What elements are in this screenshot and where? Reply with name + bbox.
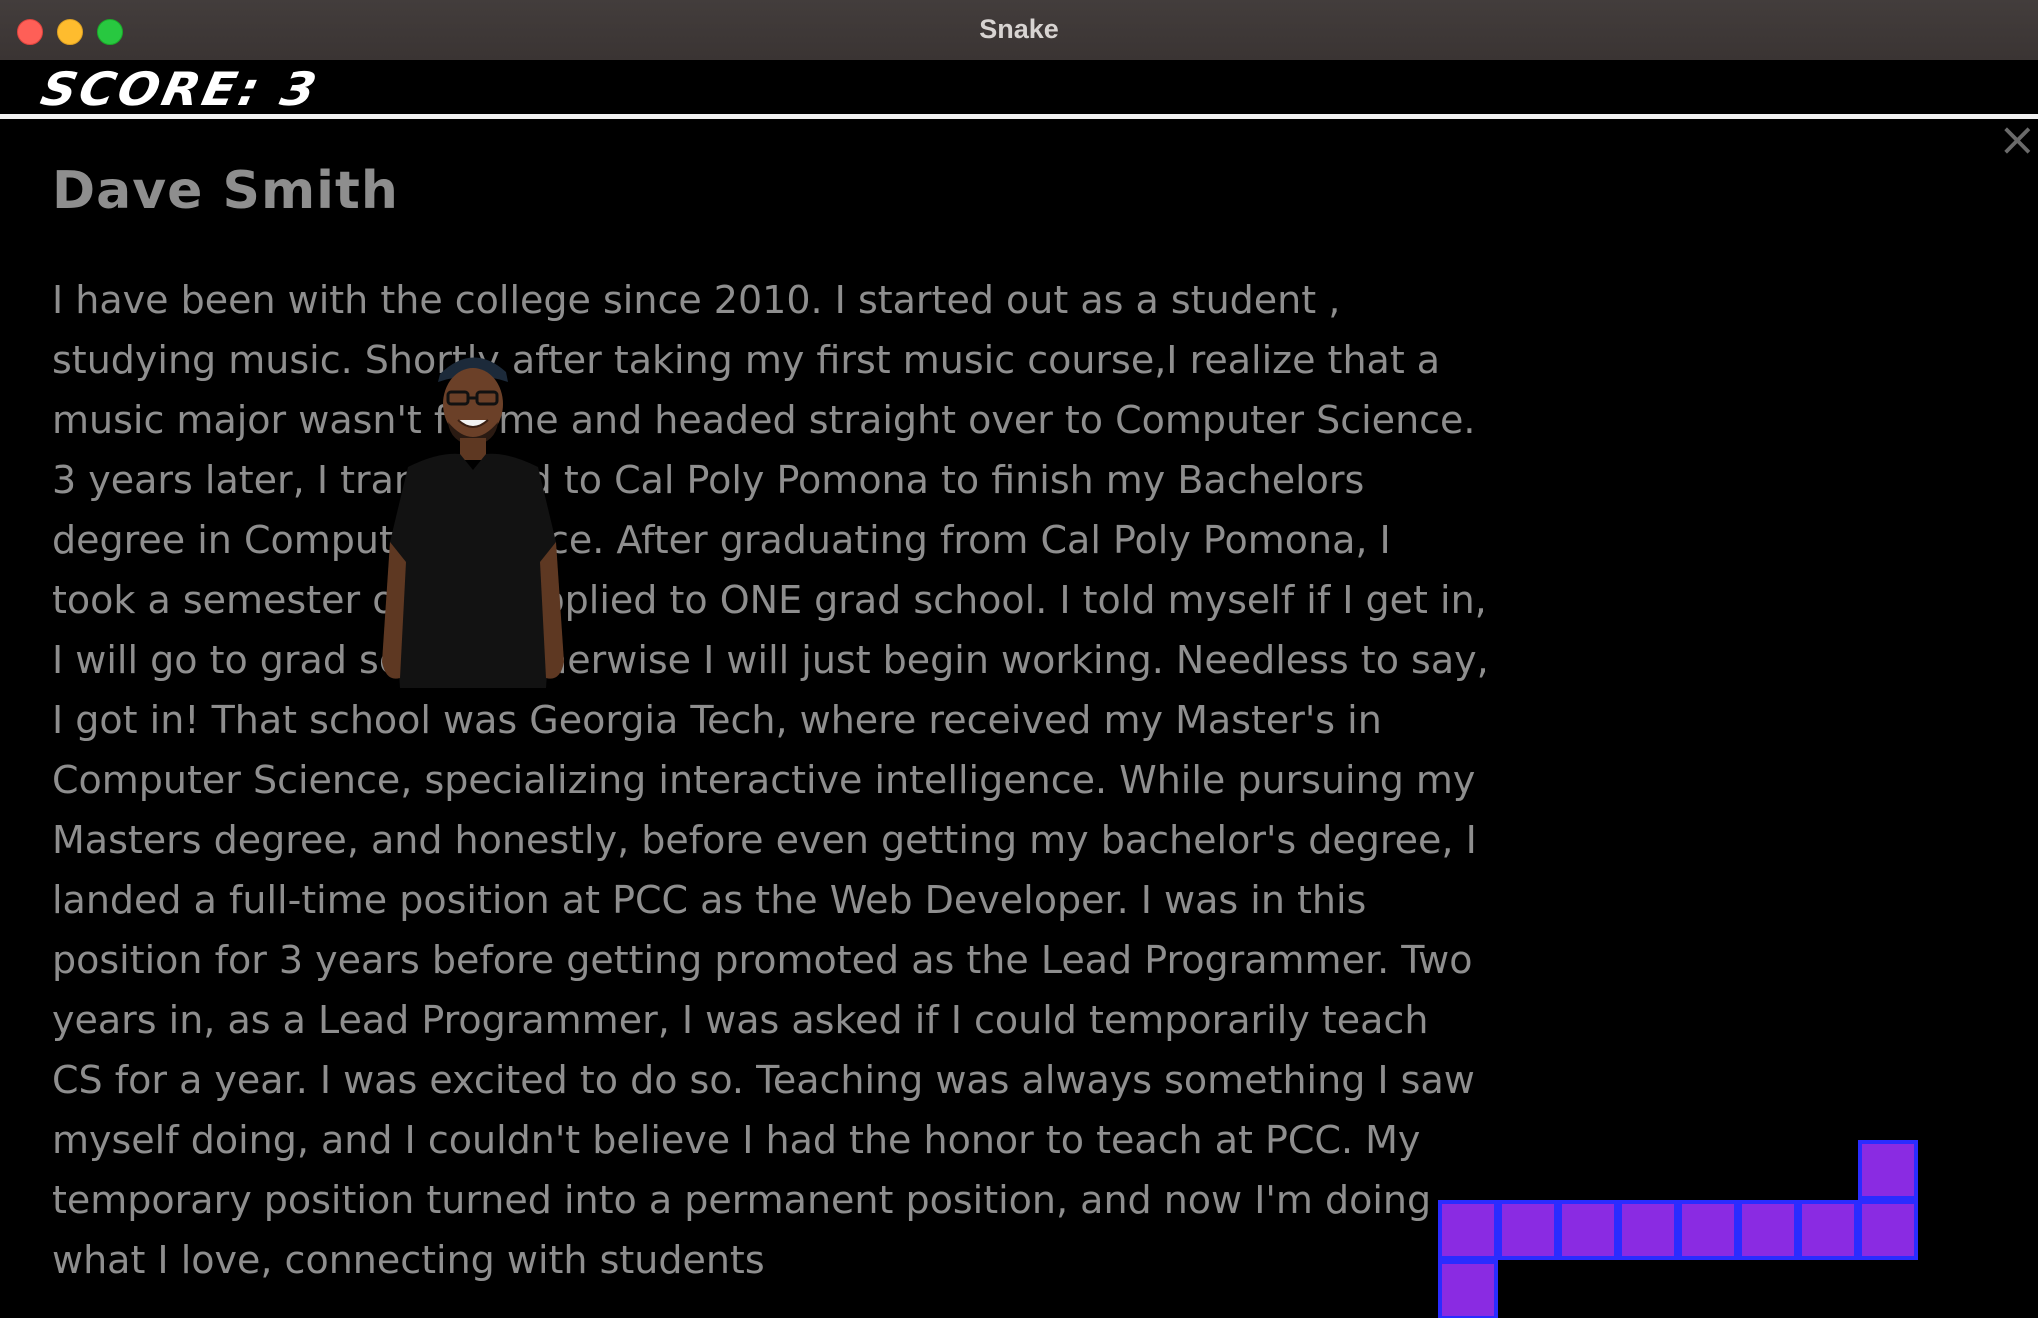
- snake: [0, 60, 2038, 1318]
- snake-head: [1858, 1140, 1918, 1200]
- snake-segment: [1618, 1200, 1678, 1260]
- snake-window: Snake SCORE: 3 × Dave Smith I have been …: [0, 0, 2038, 1318]
- title-bar[interactable]: Snake: [0, 0, 2038, 61]
- window-title: Snake: [979, 14, 1059, 44]
- snake-segment: [1738, 1200, 1798, 1260]
- snake-segment: [1438, 1200, 1498, 1260]
- snake-segment: [1798, 1200, 1858, 1260]
- snake-segment: [1858, 1200, 1918, 1260]
- snake-segment: [1438, 1260, 1498, 1318]
- snake-segment: [1678, 1200, 1738, 1260]
- snake-segment: [1498, 1200, 1558, 1260]
- snake-segment: [1558, 1200, 1618, 1260]
- game-canvas[interactable]: SCORE: 3 × Dave Smith I have been with t…: [0, 60, 2038, 1318]
